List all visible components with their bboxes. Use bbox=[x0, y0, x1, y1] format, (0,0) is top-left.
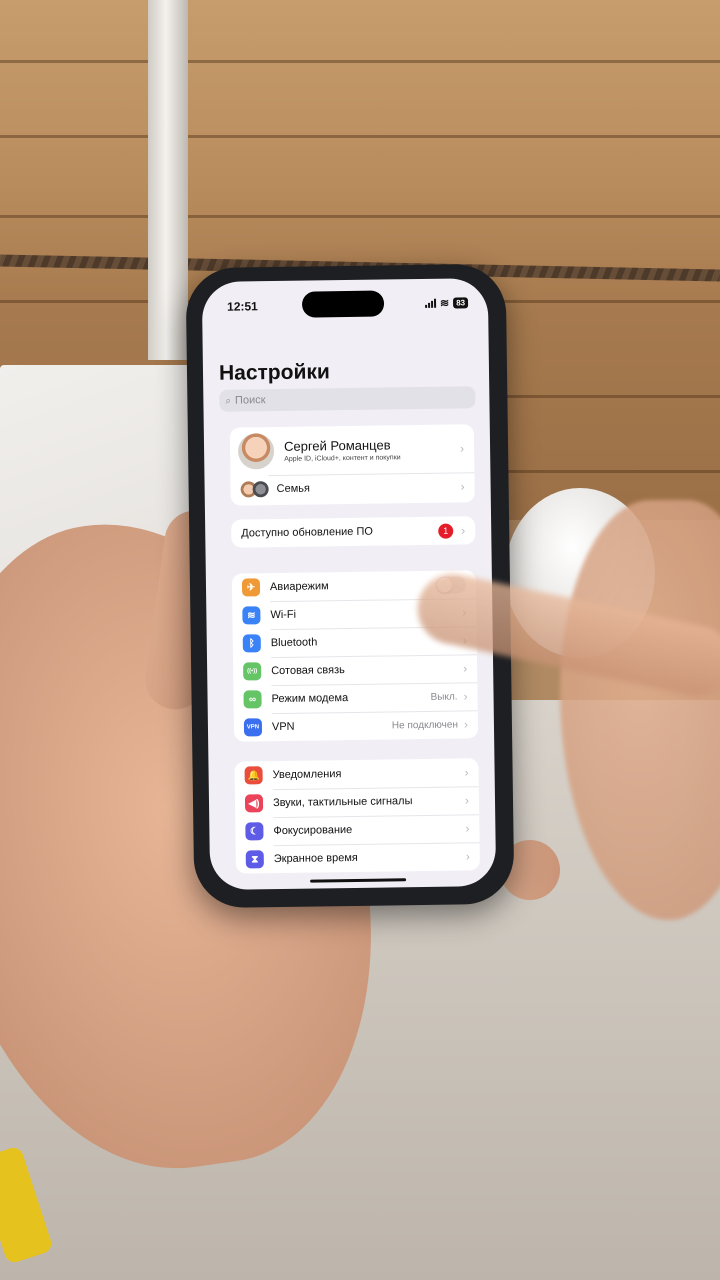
status-time: 12:51 bbox=[226, 299, 258, 314]
search-icon: ⌕ bbox=[225, 395, 232, 407]
family-label: Семья bbox=[276, 482, 311, 496]
hotspot-icon: ∞ bbox=[243, 690, 262, 709]
settings-row[interactable]: ∞ Режим модема Выкл. › bbox=[233, 682, 477, 713]
chevron-right-icon: › bbox=[465, 821, 470, 836]
chevron-right-icon: › bbox=[463, 689, 468, 704]
settings-row[interactable]: ((•)) Сотовая связь › bbox=[233, 654, 477, 685]
chevron-right-icon: › bbox=[463, 717, 469, 732]
home-indicator bbox=[310, 878, 407, 883]
profile-name: Сергей Романцев bbox=[283, 437, 391, 454]
white-pole bbox=[148, 0, 188, 360]
airplane-icon: ✈ bbox=[241, 578, 261, 597]
row-label: Уведомления bbox=[272, 768, 342, 782]
family-row[interactable]: Семья › bbox=[230, 472, 474, 503]
bell-icon: 🔔 bbox=[244, 766, 263, 785]
moon-icon: ☾ bbox=[245, 822, 264, 841]
battery-indicator: 83 bbox=[453, 297, 469, 309]
row-label: VPN bbox=[271, 720, 295, 734]
settings-row[interactable]: VPN VPN Не подключен › bbox=[234, 710, 478, 741]
search-placeholder: Поиск bbox=[234, 394, 266, 407]
profile-group: Сергей Романцев Apple ID, iCloud+, конте… bbox=[229, 424, 475, 506]
vpn-icon: VPN bbox=[243, 718, 263, 737]
row-label: Фокусирование bbox=[273, 823, 353, 838]
cellular-icon: ((•)) bbox=[243, 662, 262, 681]
settings-row[interactable]: ☾ Фокусирование › bbox=[235, 814, 479, 845]
general-group: 🔔 Уведомления › ◀) Звуки, тактильные сигналы… bbox=[234, 758, 480, 874]
speaker-icon: ◀) bbox=[244, 794, 264, 813]
wifi-icon: ≋ bbox=[242, 606, 261, 625]
avatar bbox=[237, 433, 275, 470]
row-label: Экранное время bbox=[273, 851, 358, 866]
apple-id-row[interactable]: Сергей Романцев Apple ID, iCloud+, конте… bbox=[230, 424, 475, 475]
update-group: Доступно обновление ПО 1 › bbox=[231, 516, 476, 548]
profile-subtitle: Apple ID, iCloud+, контент и покупки bbox=[284, 454, 401, 463]
row-label: Звуки, тактильные сигналы bbox=[272, 795, 413, 810]
chevron-right-icon: › bbox=[463, 661, 468, 676]
bluetooth-icon: ᛒ bbox=[242, 634, 261, 653]
row-value: Выкл. bbox=[430, 691, 458, 703]
settings-row[interactable]: ◀) Звуки, тактильные сигналы › bbox=[235, 786, 479, 817]
wifi-status-icon: ≋ bbox=[439, 297, 450, 310]
update-label: Доступно обновление ПО bbox=[241, 525, 373, 540]
search-input[interactable]: ⌕ Поиск bbox=[219, 386, 476, 412]
chevron-right-icon: › bbox=[464, 793, 470, 808]
row-value: Не подключен bbox=[391, 719, 459, 731]
page-title: Настройки bbox=[218, 360, 330, 385]
hourglass-icon: ⧗ bbox=[245, 850, 264, 869]
chevron-right-icon: › bbox=[461, 523, 466, 538]
row-label: Сотовая связь bbox=[271, 664, 345, 678]
chevron-right-icon: › bbox=[465, 849, 470, 864]
settings-row[interactable]: 🔔 Уведомления › bbox=[234, 758, 478, 789]
signal-icon bbox=[424, 298, 436, 308]
update-badge: 1 bbox=[438, 523, 454, 539]
chevron-right-icon: › bbox=[464, 765, 469, 780]
settings-row[interactable]: ⧗ Экранное время › bbox=[236, 842, 480, 873]
chevron-right-icon: › bbox=[460, 479, 465, 494]
chevron-right-icon: › bbox=[459, 441, 465, 456]
row-label: Авиарежим bbox=[269, 580, 329, 594]
photo-scene: 12:51 ≋ 83 Настройки ⌕ Поиск Сергей Рома… bbox=[0, 0, 720, 1280]
row-label: Режим модема bbox=[271, 692, 349, 706]
status-bar: 12:51 ≋ 83 bbox=[202, 290, 488, 318]
software-update-row[interactable]: Доступно обновление ПО 1 › bbox=[231, 516, 475, 547]
family-avatars bbox=[240, 481, 269, 498]
